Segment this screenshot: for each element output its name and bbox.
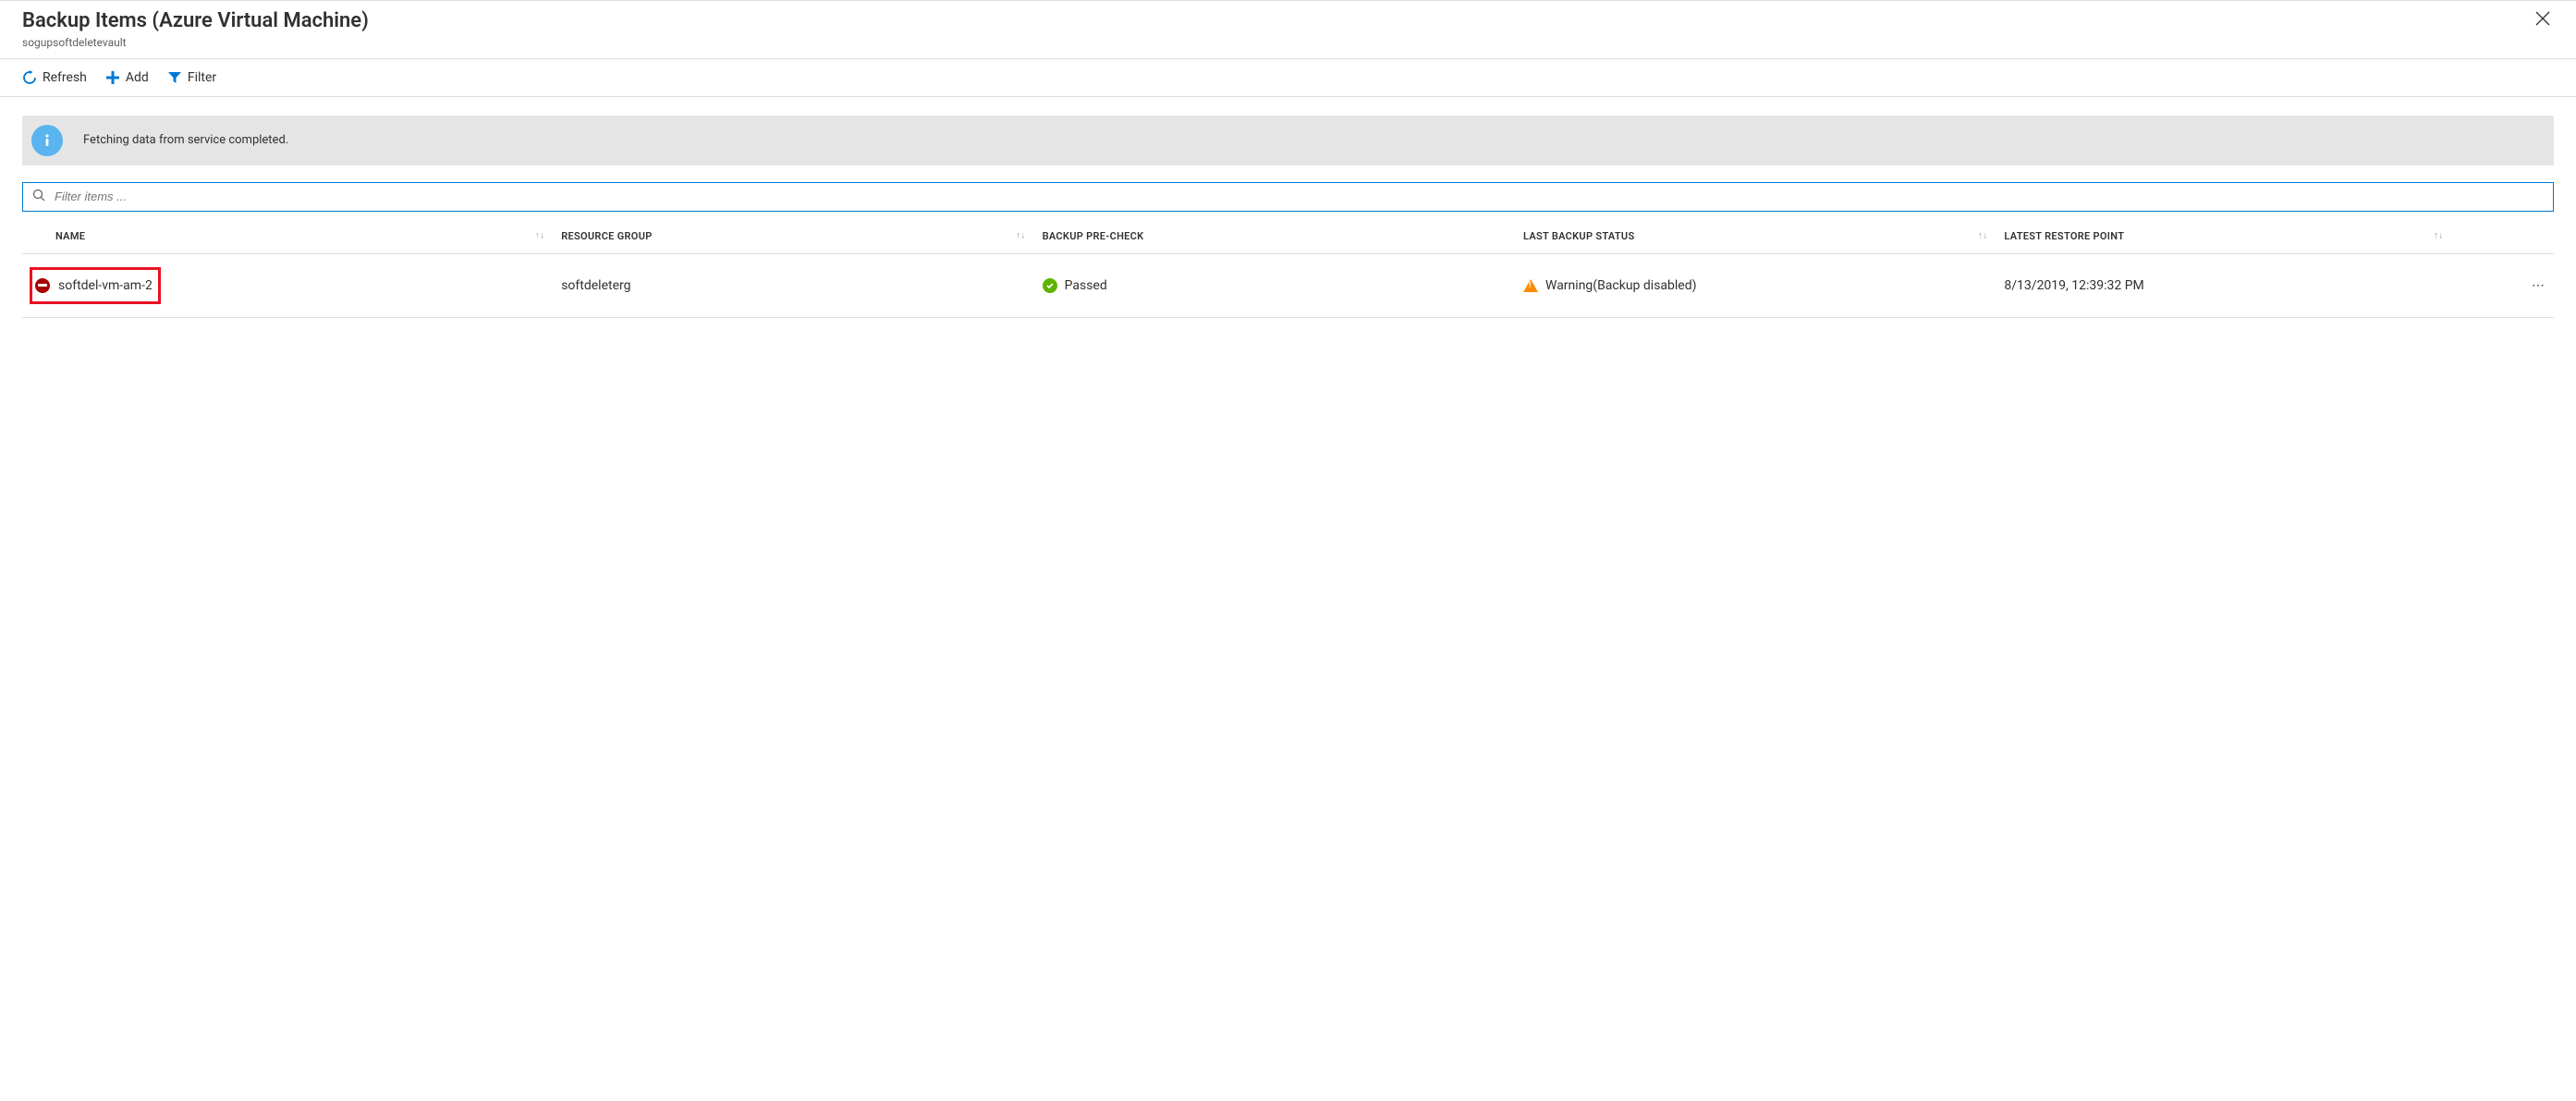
- sort-icon: ↑↓: [2434, 231, 2444, 241]
- info-bar: Fetching data from service completed.: [22, 116, 2554, 165]
- page-subtitle: sogupsoftdeletevault: [22, 36, 2532, 49]
- more-icon: ⋯: [2532, 278, 2546, 293]
- sort-icon: ↑↓: [535, 231, 545, 241]
- col-backup-precheck[interactable]: BACKUP PRE-CHECK: [1035, 219, 1516, 254]
- add-icon: [105, 70, 120, 85]
- refresh-icon: [22, 70, 37, 85]
- close-icon: [2535, 11, 2550, 26]
- col-resource-group[interactable]: RESOURCE GROUP ↑↓: [554, 219, 1034, 254]
- col-latest-restore-point[interactable]: LATEST RESTORE POINT ↑↓: [1996, 219, 2452, 254]
- row-resource-group: softdeleterg: [561, 278, 630, 293]
- info-message: Fetching data from service completed.: [72, 133, 288, 147]
- backup-items-table: NAME ↑↓ RESOURCE GROUP ↑↓ BACKUP PRE-CHE…: [22, 219, 2554, 318]
- col-restore-label: LATEST RESTORE POINT: [2004, 230, 2124, 242]
- sort-icon: ↑↓: [1978, 231, 1988, 241]
- refresh-button[interactable]: Refresh: [22, 70, 87, 85]
- filter-label: Filter: [188, 70, 216, 85]
- filter-icon: [167, 70, 182, 85]
- search-icon: [32, 189, 45, 205]
- sort-icon: ↑↓: [1016, 231, 1026, 241]
- highlight-annotation: softdel-vm-am-2: [30, 267, 161, 304]
- col-rg-label: RESOURCE GROUP: [561, 230, 652, 242]
- row-actions-button[interactable]: ⋯: [2452, 253, 2554, 317]
- warning-icon: [1523, 279, 1538, 292]
- col-name-label: NAME: [55, 230, 85, 242]
- col-actions: [2452, 219, 2554, 254]
- check-icon: [1043, 278, 1057, 293]
- no-entry-icon: [34, 277, 51, 294]
- row-precheck: Passed: [1065, 278, 1107, 293]
- col-name[interactable]: NAME ↑↓: [22, 219, 554, 254]
- page-title: Backup Items (Azure Virtual Machine): [22, 8, 2532, 35]
- info-icon: [31, 125, 63, 156]
- col-precheck-label: BACKUP PRE-CHECK: [1043, 230, 1144, 242]
- refresh-label: Refresh: [43, 70, 87, 85]
- filter-box[interactable]: [22, 182, 2554, 212]
- row-restore-point: 8/13/2019, 12:39:32 PM: [2004, 278, 2143, 293]
- filter-button[interactable]: Filter: [167, 70, 216, 85]
- col-last-backup-status[interactable]: LAST BACKUP STATUS ↑↓: [1516, 219, 1996, 254]
- col-status-label: LAST BACKUP STATUS: [1523, 230, 1634, 242]
- add-button[interactable]: Add: [105, 70, 149, 85]
- add-label: Add: [126, 70, 149, 85]
- table-row[interactable]: softdel-vm-am-2 softdeleterg Passed: [22, 253, 2554, 317]
- row-name[interactable]: softdel-vm-am-2: [58, 278, 153, 293]
- filter-input[interactable]: [53, 189, 2544, 204]
- row-status: Warning(Backup disabled): [1545, 278, 1697, 293]
- close-button[interactable]: [2532, 8, 2554, 32]
